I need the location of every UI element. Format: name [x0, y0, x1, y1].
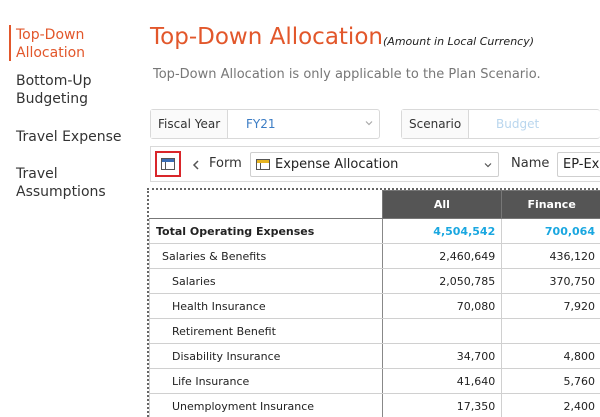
cell-finance[interactable] [502, 319, 600, 344]
column-header-all[interactable]: All [382, 191, 502, 219]
cell-all[interactable]: 34,700 [382, 344, 502, 369]
sidebar-item-top-down-allocation[interactable]: Top-Down Allocation [16, 26, 85, 62]
cell-all[interactable]: 2,050,785 [382, 269, 502, 294]
row-label: Retirement Benefit [150, 319, 383, 344]
row-label: Salaries & Benefits [150, 244, 383, 269]
cell-finance[interactable]: 370,750 [502, 269, 600, 294]
scenario-filter[interactable]: Scenario Budget [401, 109, 600, 139]
table-row-total: Total Operating Expenses4,504,542700,064 [150, 219, 600, 244]
row-label: Unemployment Insurance [150, 394, 383, 417]
layout-toggle-button[interactable] [155, 151, 181, 177]
cell-finance[interactable]: 5,760 [502, 369, 600, 394]
cell-finance[interactable]: 436,120 [502, 244, 600, 269]
chevron-left-icon[interactable] [192, 160, 200, 170]
table-row: Retirement Benefit [150, 319, 600, 344]
table-row: Unemployment Insurance17,3502,400 [150, 394, 600, 417]
sidebar-item-travel-assumptions[interactable]: Travel Assumptions [16, 165, 106, 201]
table-row: Disability Insurance34,7004,800 [150, 344, 600, 369]
row-label: Disability Insurance [150, 344, 383, 369]
sidebar-item-bottom-up-budgeting[interactable]: Bottom-Up Budgeting [16, 72, 92, 108]
name-select[interactable]: EP-Exp [557, 152, 600, 177]
fiscal-year-filter[interactable]: Fiscal Year FY21 [150, 109, 380, 139]
table-header-row: All Finance [150, 191, 600, 219]
cell-all[interactable]: 70,080 [382, 294, 502, 319]
cell-all[interactable]: 17,350 [382, 394, 502, 417]
layout-icon [161, 158, 175, 170]
form-toolbar: Form Expense Allocation Name EP-Exp [150, 146, 600, 182]
allocation-table: All Finance Total Operating Expenses4,50… [149, 190, 600, 417]
name-select-value: EP-Exp [563, 157, 600, 172]
name-label: Name [511, 156, 549, 171]
row-label: Health Insurance [150, 294, 383, 319]
active-indicator [9, 25, 11, 61]
cell-all[interactable]: 41,640 [382, 369, 502, 394]
allocation-grid: All Finance Total Operating Expenses4,50… [147, 188, 600, 417]
column-header-finance[interactable]: Finance [502, 191, 600, 219]
form-select[interactable]: Expense Allocation [250, 152, 499, 177]
sidebar-nav: Top-Down Allocation Bottom-Up Budgeting … [0, 0, 140, 415]
scenario-note: Top-Down Allocation is only applicable t… [153, 67, 541, 82]
row-label: Salaries [150, 269, 383, 294]
table-row: Salaries2,050,785370,750 [150, 269, 600, 294]
row-label: Total Operating Expenses [150, 219, 383, 244]
fiscal-year-label: Fiscal Year [151, 110, 228, 138]
table-row: Health Insurance70,0807,920 [150, 294, 600, 319]
page-subtitle: (Amount in Local Currency) [383, 35, 534, 48]
form-label: Form [209, 156, 242, 171]
cell-all[interactable]: 2,460,649 [382, 244, 502, 269]
chevron-down-icon [484, 161, 492, 169]
cell-finance[interactable]: 700,064 [502, 219, 600, 244]
form-icon [256, 159, 270, 170]
form-select-value: Expense Allocation [275, 157, 398, 172]
page-title: Top-Down Allocation [150, 24, 383, 50]
scenario-label: Scenario [402, 110, 469, 138]
row-label: Life Insurance [150, 369, 383, 394]
table-row: Salaries & Benefits2,460,649436,120 [150, 244, 600, 269]
header-corner [150, 191, 383, 219]
chevron-down-icon [365, 119, 373, 127]
cell-finance[interactable]: 7,920 [502, 294, 600, 319]
sidebar-item-travel-expense[interactable]: Travel Expense [16, 128, 121, 146]
table-row: Life Insurance41,6405,760 [150, 369, 600, 394]
cell-finance[interactable]: 4,800 [502, 344, 600, 369]
cell-finance[interactable]: 2,400 [502, 394, 600, 417]
cell-all[interactable]: 4,504,542 [382, 219, 502, 244]
scenario-placeholder: Budget [496, 110, 539, 138]
cell-all[interactable] [382, 319, 502, 344]
fiscal-year-value: FY21 [246, 110, 276, 138]
